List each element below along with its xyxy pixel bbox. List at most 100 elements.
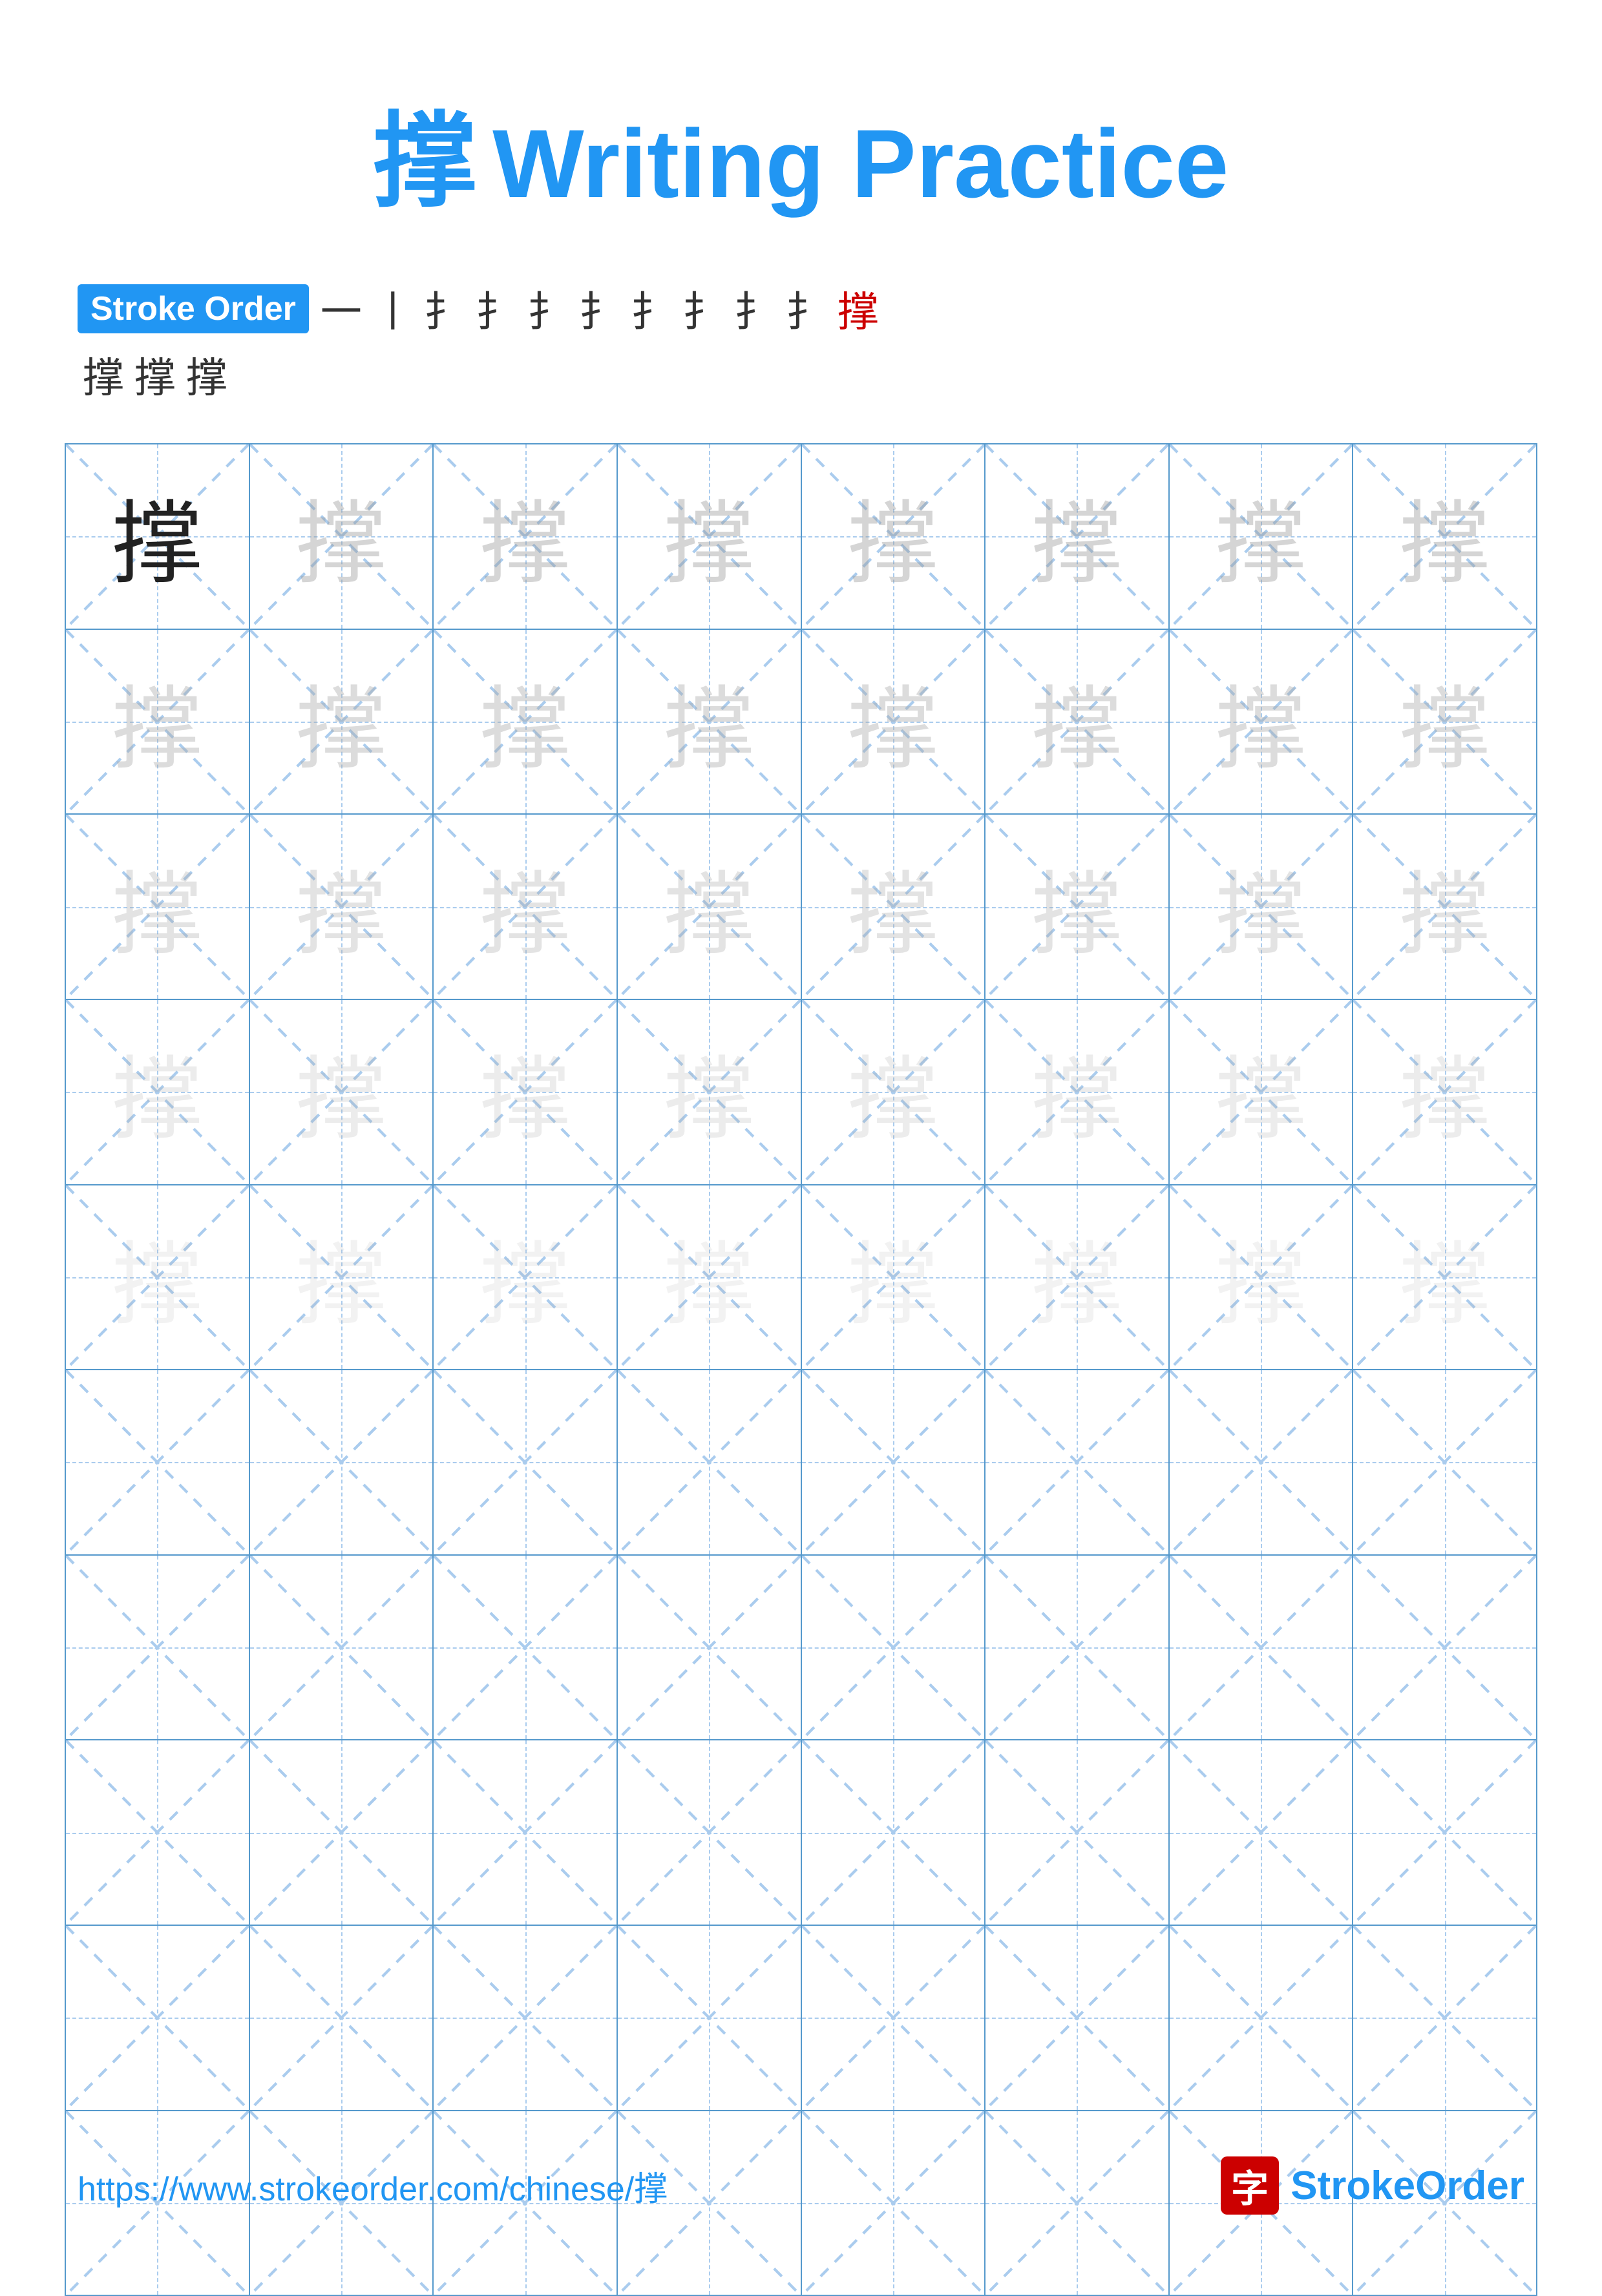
grid-row <box>66 1370 1536 1556</box>
grid-cell[interactable]: 撑 <box>66 1000 250 1184</box>
grid-cell[interactable] <box>985 1370 1170 1554</box>
practice-char: 撑 <box>1216 1212 1306 1342</box>
stroke-step-12: 撑 <box>83 345 124 404</box>
grid-cell[interactable]: 撑 <box>1353 630 1536 814</box>
grid-cell[interactable]: 撑 <box>1353 1185 1536 1370</box>
grid-cell[interactable] <box>618 1740 802 1925</box>
footer-logo: 字 StrokeOrder <box>1221 2156 1524 2215</box>
stroke-step-6: 扌 <box>579 279 620 339</box>
grid-cell[interactable] <box>618 1556 802 1740</box>
grid-cell[interactable] <box>1170 1556 1354 1740</box>
grid-cell[interactable]: 撑 <box>802 815 986 999</box>
grid-cell[interactable] <box>1353 1740 1536 1925</box>
grid-cell[interactable]: 撑 <box>1170 1185 1354 1370</box>
practice-char: 撑 <box>848 656 938 787</box>
grid-cell[interactable]: 撑 <box>1170 815 1354 999</box>
grid-row: 撑 撑 撑 撑 撑 撑 撑 <box>66 444 1536 630</box>
grid-cell[interactable]: 撑 <box>1353 444 1536 629</box>
grid-cell[interactable]: 撑 <box>434 1000 618 1184</box>
practice-char: 撑 <box>112 842 202 972</box>
grid-cell[interactable] <box>802 1740 986 1925</box>
grid-cell[interactable]: 撑 <box>66 630 250 814</box>
practice-char: 撑 <box>480 842 571 972</box>
grid-cell[interactable]: 撑 <box>1170 1000 1354 1184</box>
grid-cell[interactable] <box>66 1370 250 1554</box>
grid-cell[interactable] <box>1170 1370 1354 1554</box>
grid-cell[interactable] <box>66 1926 250 2110</box>
grid-cell[interactable] <box>66 1740 250 1925</box>
grid-cell[interactable]: 撑 <box>1170 630 1354 814</box>
grid-cell[interactable]: 撑 <box>1353 1000 1536 1184</box>
grid-row <box>66 1740 1536 1926</box>
grid-cell[interactable]: 撑 <box>985 1000 1170 1184</box>
grid-cell[interactable]: 撑 <box>434 815 618 999</box>
grid-cell[interactable] <box>250 1926 434 2110</box>
grid-cell[interactable] <box>618 1370 802 1554</box>
grid-cell[interactable]: 撑 <box>985 444 1170 629</box>
grid-cell[interactable] <box>618 1926 802 2110</box>
grid-cell[interactable]: 撑 <box>66 444 250 629</box>
grid-cell[interactable]: 撑 <box>250 815 434 999</box>
grid-cell[interactable]: 撑 <box>434 1185 618 1370</box>
grid-cell[interactable]: 撑 <box>1170 444 1354 629</box>
grid-cell[interactable]: 撑 <box>802 1000 986 1184</box>
practice-char: 撑 <box>848 1027 938 1157</box>
practice-char: 撑 <box>1216 656 1306 787</box>
grid-cell[interactable]: 撑 <box>66 1185 250 1370</box>
stroke-order-section: Stroke Order 一 丨 扌 扌 扌 扌 扌 扌 扌 扌 撑 撑 撑 撑 <box>0 279 1602 404</box>
grid-cell[interactable]: 撑 <box>985 630 1170 814</box>
grid-cell[interactable]: 撑 <box>618 444 802 629</box>
grid-cell[interactable]: 撑 <box>66 815 250 999</box>
grid-cell[interactable] <box>1353 1556 1536 1740</box>
practice-char: 撑 <box>1400 842 1490 972</box>
practice-char: 撑 <box>296 1027 386 1157</box>
grid-cell[interactable] <box>250 1740 434 1925</box>
grid-cell[interactable] <box>802 1556 986 1740</box>
grid-cell[interactable] <box>1353 1926 1536 2110</box>
grid-cell[interactable] <box>985 1926 1170 2110</box>
stroke-order-badge: Stroke Order <box>78 284 309 333</box>
grid-cell[interactable]: 撑 <box>1353 815 1536 999</box>
grid-cell[interactable] <box>1170 1926 1354 2110</box>
practice-char: 撑 <box>296 1212 386 1342</box>
grid-cell[interactable] <box>985 1740 1170 1925</box>
grid-cell[interactable] <box>66 1556 250 1740</box>
grid-cell[interactable] <box>1170 1740 1354 1925</box>
grid-cell[interactable] <box>802 1926 986 2110</box>
grid-cell[interactable] <box>434 1370 618 1554</box>
grid-cell[interactable]: 撑 <box>985 815 1170 999</box>
logo-text-stroke: Stroke <box>1291 2164 1415 2208</box>
grid-cell[interactable]: 撑 <box>618 1000 802 1184</box>
practice-char: 撑 <box>1400 471 1490 601</box>
grid-cell[interactable]: 撑 <box>618 1185 802 1370</box>
grid-cell[interactable] <box>1353 1370 1536 1554</box>
grid-cell[interactable]: 撑 <box>250 1000 434 1184</box>
grid-cell[interactable]: 撑 <box>802 630 986 814</box>
grid-cell[interactable] <box>434 1926 618 2110</box>
practice-char: 撑 <box>112 1212 202 1342</box>
stroke-step-5: 扌 <box>527 279 569 339</box>
grid-cell[interactable]: 撑 <box>250 444 434 629</box>
stroke-step-7: 扌 <box>631 279 672 339</box>
grid-cell[interactable]: 撑 <box>250 1185 434 1370</box>
grid-cell[interactable]: 撑 <box>985 1185 1170 1370</box>
practice-char: 撑 <box>480 656 571 787</box>
grid-cell[interactable]: 撑 <box>618 815 802 999</box>
grid-cell[interactable] <box>985 1556 1170 1740</box>
practice-char: 撑 <box>1031 656 1122 787</box>
grid-cell[interactable] <box>434 1556 618 1740</box>
grid-cell[interactable]: 撑 <box>434 444 618 629</box>
grid-cell[interactable]: 撑 <box>802 444 986 629</box>
grid-cell[interactable] <box>802 1370 986 1554</box>
grid-cell[interactable]: 撑 <box>434 630 618 814</box>
grid-cell[interactable]: 撑 <box>618 630 802 814</box>
practice-char: 撑 <box>664 1027 754 1157</box>
grid-cell[interactable]: 撑 <box>802 1185 986 1370</box>
grid-cell[interactable] <box>250 1370 434 1554</box>
logo-text-order: Order <box>1415 2164 1524 2208</box>
practice-char: 撑 <box>480 1212 571 1342</box>
grid-cell[interactable] <box>250 1556 434 1740</box>
grid-cell[interactable]: 撑 <box>250 630 434 814</box>
stroke-step-4: 扌 <box>476 279 517 339</box>
grid-cell[interactable] <box>434 1740 618 1925</box>
